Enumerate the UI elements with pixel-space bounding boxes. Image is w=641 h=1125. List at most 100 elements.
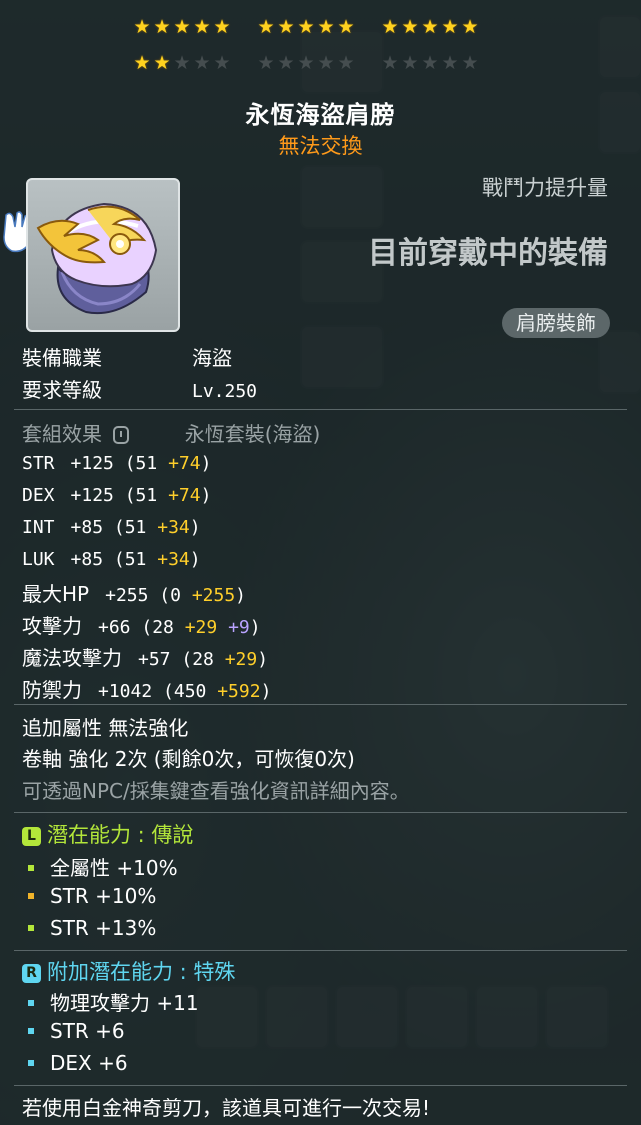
star-empty-icon: ★ [317, 52, 335, 74]
stat-close-paren: ) [257, 649, 269, 670]
stat-row: 魔法攻擊力 +57 (28 +29) [22, 642, 268, 671]
stat-name: STR [22, 453, 55, 474]
stat-row: 攻擊力 +66 (28 +29 +9) [22, 610, 261, 639]
star-filled-icon: ★ [213, 16, 231, 38]
stat-row: STR +125 (51 +74) [22, 450, 211, 474]
stat-bonus: +34 [157, 517, 190, 538]
star-empty-icon: ★ [257, 52, 275, 74]
requirement-value: Lv.250 [192, 381, 258, 402]
shoulder-icon [36, 202, 158, 315]
stat-total: +1042 [98, 681, 164, 702]
potential-line-text: DEX +6 [50, 1051, 128, 1075]
divider [14, 812, 627, 813]
stat-base: (51 [113, 549, 158, 570]
star-empty-icon: ★ [441, 52, 459, 74]
stat-total: +255 [105, 585, 160, 606]
stat-row: DEX +125 (51 +74) [22, 482, 211, 506]
stat-name: DEX [22, 485, 55, 506]
star-group: ★ ★ ★ ★ ★ [132, 17, 232, 37]
stat-total: +125 [70, 453, 125, 474]
requirement-value: 海盜 [192, 346, 232, 370]
star-filled-icon: ★ [317, 16, 335, 38]
requirement-label: 裝備職業 [22, 346, 102, 370]
stat-base: (0 [159, 585, 192, 606]
star-empty-icon: ★ [173, 52, 191, 74]
stat-close-paren: ) [249, 617, 261, 638]
bullet-icon [28, 893, 34, 899]
stat-name: LUK [22, 549, 55, 570]
star-empty-icon: ★ [193, 52, 211, 74]
item-tooltip: ★ ★ ★ ★ ★ ★ ★ ★ ★ ★ ★ ★ ★ ★ ★ ★ ★ ★ ★ ★ ★ ★ ★ ★ ★ ★ ★ ★ ★ ★ 永恆海盜肩膀 無… [0, 0, 641, 1125]
stat-bonus: +255 [191, 585, 236, 606]
stat-close-paren: ) [200, 485, 212, 506]
stat-name: 防禦力 [22, 678, 82, 702]
legendary-tier-icon: L [22, 827, 41, 846]
star-empty-icon: ★ [421, 52, 439, 74]
bullet-icon [28, 1028, 34, 1034]
equipment-category-badge: 肩膀裝飾 [502, 308, 610, 338]
star-empty-icon: ★ [337, 52, 355, 74]
star-group: ★ ★ ★ ★ ★ [132, 53, 232, 73]
stat-total: +85 [70, 517, 114, 538]
scroll-upgrade: 卷軸 強化 2次 (剩餘0次，可恢復0次) [22, 747, 355, 771]
additional-potential-title-text: 附加潛在能力 : 特殊 [47, 960, 236, 984]
requirement-level: 要求等級 Lv.250 [22, 374, 257, 403]
star-filled-icon: ★ [153, 52, 171, 74]
rare-tier-icon: R [22, 964, 41, 983]
stat-total: +66 [98, 617, 142, 638]
stat-total: +85 [70, 549, 114, 570]
star-force-row-2: ★ ★ ★ ★ ★ ★ ★ ★ ★ ★ ★ ★ ★ ★ ★ [132, 53, 504, 73]
set-effect-row[interactable]: 套組效果 永恆套裝(海盜) [22, 418, 320, 447]
stat-base: (28 [141, 617, 185, 638]
star-filled-icon: ★ [153, 16, 171, 38]
stat-base: (51 [124, 453, 169, 474]
stat-bonus: +592 [217, 681, 261, 702]
stat-close-paren: ) [200, 453, 212, 474]
item-name: 永恆海盜肩膀 [245, 101, 396, 129]
star-group: ★ ★ ★ ★ ★ [380, 53, 480, 73]
stat-bonus: +74 [168, 485, 201, 506]
star-empty-icon: ★ [461, 52, 479, 74]
stat-name: 魔法攻擊力 [22, 646, 122, 670]
bullet-icon [28, 1060, 34, 1066]
star-empty-icon: ★ [277, 52, 295, 74]
stat-star-bonus: +9 [217, 617, 250, 638]
potential-title-text: 潛在能力 : 傳說 [47, 823, 194, 847]
trade-status: 無法交換 [278, 134, 363, 158]
potential-line: STR +13% [28, 916, 156, 940]
potential-line: STR +10% [28, 884, 156, 908]
potential-line-text: 全屬性 +10% [50, 856, 178, 880]
star-filled-icon: ★ [381, 16, 399, 38]
star-filled-icon: ★ [277, 16, 295, 38]
star-filled-icon: ★ [401, 16, 419, 38]
potential-line: 物理攻擊力 +11 [28, 987, 199, 1016]
potential-title: L 潛在能力 : 傳說 [22, 819, 193, 849]
potential-line-text: 物理攻擊力 +11 [50, 991, 199, 1015]
stat-row: 防禦力 +1042 (450 +592) [22, 674, 271, 703]
stat-close-paren: ) [189, 517, 201, 538]
stat-close-paren: ) [235, 585, 247, 606]
divider [14, 409, 627, 410]
star-group: ★ ★ ★ ★ ★ [380, 17, 480, 37]
stat-base: (28 [181, 649, 225, 670]
stat-base: (51 [124, 485, 169, 506]
potential-line: DEX +6 [28, 1051, 128, 1075]
star-filled-icon: ★ [257, 16, 275, 38]
star-force-row-1: ★ ★ ★ ★ ★ ★ ★ ★ ★ ★ ★ ★ ★ ★ ★ [132, 17, 504, 37]
stat-bonus: +74 [168, 453, 201, 474]
stat-total: +125 [70, 485, 125, 506]
stat-close-paren: ) [189, 549, 201, 570]
bullet-icon [28, 1000, 34, 1006]
star-filled-icon: ★ [173, 16, 191, 38]
stat-name: INT [22, 517, 55, 538]
stat-total: +57 [138, 649, 182, 670]
set-effect-label: 套組效果 [22, 422, 102, 446]
scroll-note: 可透過NPC/採集鍵查看強化資訊詳細內容。 [22, 779, 410, 803]
potential-line: 全屬性 +10% [28, 852, 178, 881]
star-filled-icon: ★ [133, 16, 151, 38]
stat-row: INT +85 (51 +34) [22, 514, 201, 538]
stat-base: (450 [163, 681, 218, 702]
star-group: ★ ★ ★ ★ ★ [256, 17, 356, 37]
star-empty-icon: ★ [401, 52, 419, 74]
item-icon-frame[interactable] [26, 178, 180, 332]
